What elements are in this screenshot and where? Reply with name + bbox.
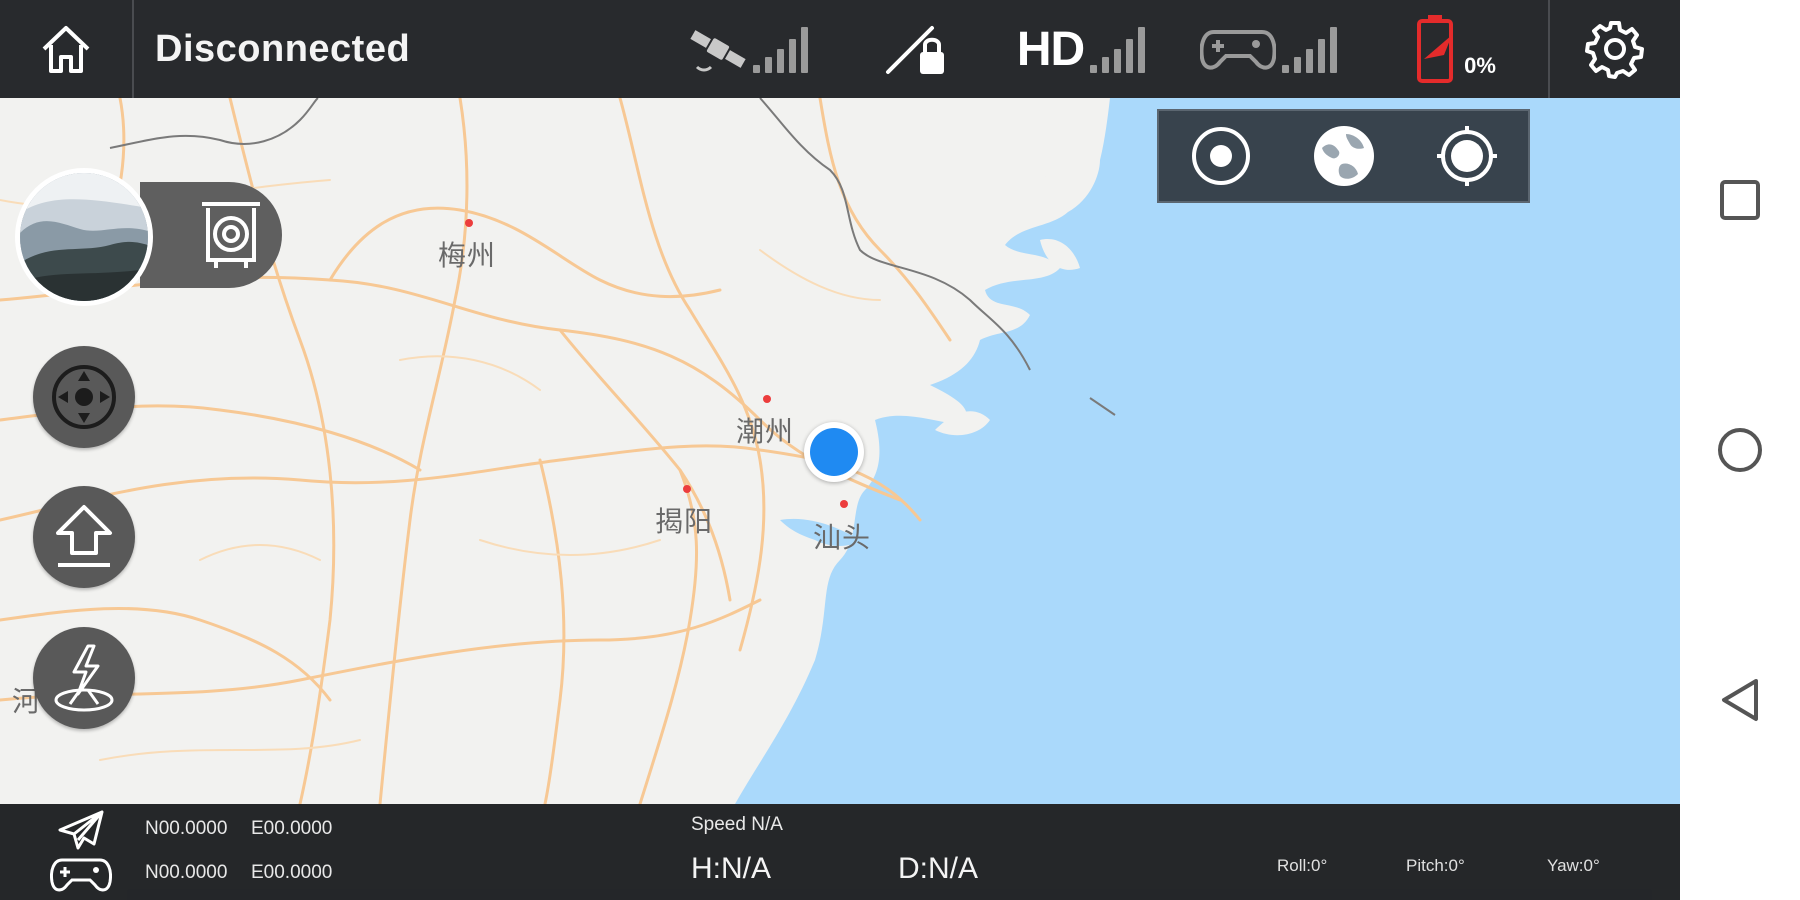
drone-latitude: N00.0000 (145, 818, 228, 839)
plane-icon (58, 810, 104, 850)
sea-area (735, 98, 1680, 804)
city-dot (465, 219, 473, 227)
camera-preview[interactable] (15, 168, 153, 306)
gps-signal-bars (752, 25, 808, 73)
camera-switch-button[interactable] (140, 182, 282, 288)
map-type-button[interactable] (1312, 124, 1376, 188)
pitch-readout: Pitch:0° (1406, 856, 1465, 875)
link-lock-icon (886, 26, 944, 74)
city-dot (840, 500, 848, 508)
link-lock-status (870, 0, 966, 98)
square-icon (1720, 180, 1760, 220)
speed-readout: Speed N/A (691, 814, 783, 835)
city-dot (763, 395, 771, 403)
controller-signal-bars (1281, 25, 1337, 73)
map-mode-panel (1157, 109, 1530, 203)
gamepad-icon (1199, 30, 1276, 70)
connection-status: Disconnected (155, 27, 411, 70)
locate-dot-icon (1191, 127, 1250, 185)
camera-switch-icon (202, 202, 260, 268)
triangle-back-icon (1722, 679, 1758, 721)
current-location-marker (804, 422, 864, 482)
system-navigation-bar (1680, 0, 1800, 900)
remote-longitude: E00.0000 (251, 862, 333, 883)
circle-icon (1718, 428, 1762, 472)
satellite-icon (689, 30, 746, 72)
hd-signal-bars (1090, 25, 1146, 73)
globe-icon (1313, 126, 1374, 186)
controller-signal (1188, 0, 1348, 98)
hd-signal: HD (1006, 0, 1156, 98)
return-home-icon (54, 644, 114, 712)
locate-drone-button[interactable] (1189, 124, 1253, 188)
battery-status: 0% (1400, 0, 1510, 98)
city-label-jieyang: 揭阳 (655, 505, 714, 538)
city-label-chaozhou: 潮州 (736, 415, 795, 448)
yaw-readout: Yaw:0° (1547, 856, 1600, 875)
back-button[interactable] (1710, 670, 1770, 730)
takeoff-icon (56, 505, 112, 567)
gear-icon (1585, 21, 1644, 79)
locate-me-button[interactable] (1435, 124, 1499, 188)
takeoff-button[interactable] (33, 486, 135, 588)
app-root: 梅州 潮州 揭阳 汕头 河 Disconnected HD 0% N00.000… (0, 0, 1800, 900)
home-button[interactable] (0, 0, 132, 98)
battery-percent: 0% (1464, 53, 1496, 78)
remote-latitude: N00.0000 (145, 862, 228, 883)
hd-label: HD (1016, 22, 1085, 76)
city-label-meizhou: 梅州 (438, 239, 497, 272)
gps-signal (672, 0, 822, 98)
return-home-button[interactable] (33, 627, 135, 729)
gamepad-icon (50, 858, 112, 892)
system-home-button[interactable] (1710, 420, 1770, 480)
home-icon (42, 26, 90, 73)
settings-button[interactable] (1550, 0, 1680, 98)
distance-readout: D:N/A (898, 852, 979, 885)
roll-readout: Roll:0° (1277, 856, 1328, 875)
camera-preview-image (20, 173, 148, 301)
height-readout: H:N/A (691, 852, 772, 885)
divider (132, 0, 134, 98)
city-label-shantou: 汕头 (813, 521, 872, 554)
recents-button[interactable] (1710, 170, 1770, 230)
joystick-button[interactable] (33, 346, 135, 448)
crosshair-icon (1436, 126, 1497, 186)
joystick-icon (52, 365, 116, 429)
battery-icon (1417, 15, 1454, 83)
top-status-bar: Disconnected HD 0% (0, 0, 1680, 98)
city-dot (683, 485, 691, 493)
drone-longitude: E00.0000 (251, 818, 333, 839)
connection-status-cell: Disconnected (155, 0, 455, 98)
telemetry-bar: N00.0000 E00.0000 N00.0000 E00.0000 Spee… (0, 804, 1680, 900)
